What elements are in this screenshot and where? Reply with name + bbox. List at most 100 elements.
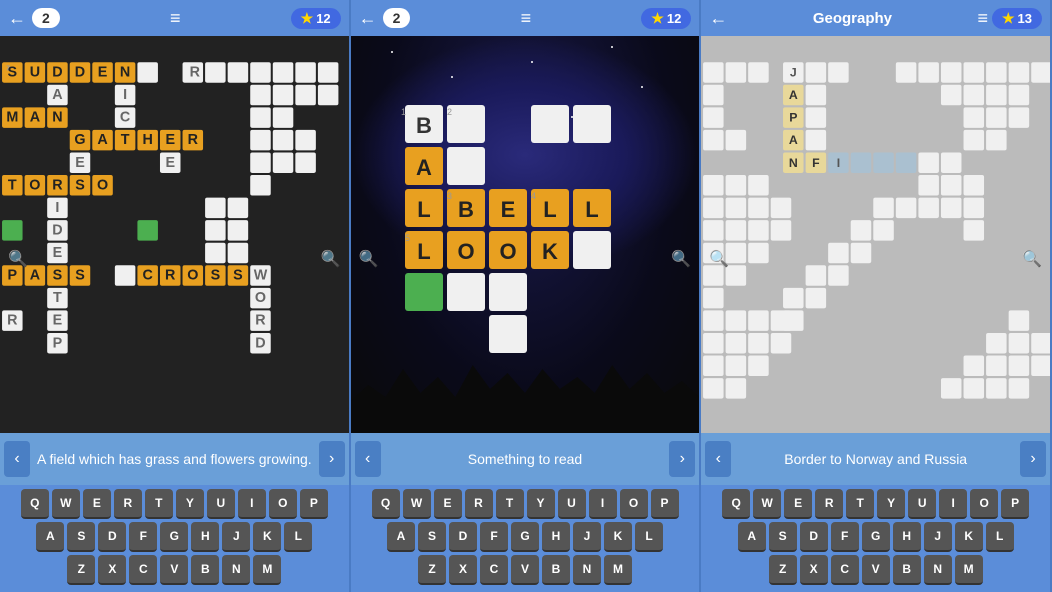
key-X-3[interactable]: X: [800, 555, 828, 585]
key-R-1[interactable]: R: [114, 489, 142, 519]
key-I-1[interactable]: I: [238, 489, 266, 519]
key-V-3[interactable]: V: [862, 555, 890, 585]
key-L-3[interactable]: L: [986, 522, 1014, 552]
svg-text:P: P: [790, 111, 798, 125]
key-D-3[interactable]: D: [800, 522, 828, 552]
key-Q-2[interactable]: Q: [372, 489, 400, 519]
key-G-1[interactable]: G: [160, 522, 188, 552]
key-Q-1[interactable]: Q: [21, 489, 49, 519]
key-G-3[interactable]: G: [862, 522, 890, 552]
key-T-3[interactable]: T: [846, 489, 874, 519]
back-button-2[interactable]: ←: [359, 8, 377, 29]
key-M-1[interactable]: M: [253, 555, 281, 585]
key-N-2[interactable]: N: [573, 555, 601, 585]
key-F-2[interactable]: F: [480, 522, 508, 552]
key-J-2[interactable]: J: [573, 522, 601, 552]
key-M-2[interactable]: M: [604, 555, 632, 585]
key-E-2[interactable]: E: [434, 489, 462, 519]
key-R-3[interactable]: R: [815, 489, 843, 519]
key-R-2[interactable]: R: [465, 489, 493, 519]
next-clue-btn-1[interactable]: ›: [319, 441, 345, 477]
key-L-2[interactable]: L: [635, 522, 663, 552]
menu-icon-1[interactable]: ≡: [170, 8, 181, 29]
key-W-2[interactable]: W: [403, 489, 431, 519]
key-G-2[interactable]: G: [511, 522, 539, 552]
key-E-3[interactable]: E: [784, 489, 812, 519]
key-J-3[interactable]: J: [924, 522, 952, 552]
key-Y-2[interactable]: Y: [527, 489, 555, 519]
key-H-3[interactable]: H: [893, 522, 921, 552]
key-K-1[interactable]: K: [253, 522, 281, 552]
key-Z-1[interactable]: Z: [67, 555, 95, 585]
key-E-1[interactable]: E: [83, 489, 111, 519]
key-W-1[interactable]: W: [52, 489, 80, 519]
key-A-1[interactable]: A: [36, 522, 64, 552]
key-S-3[interactable]: S: [769, 522, 797, 552]
key-N-1[interactable]: N: [222, 555, 250, 585]
key-C-1[interactable]: C: [129, 555, 157, 585]
key-X-1[interactable]: X: [98, 555, 126, 585]
key-F-3[interactable]: F: [831, 522, 859, 552]
zoom-icon-left-1[interactable]: 🔍: [8, 249, 28, 269]
key-U-2[interactable]: U: [558, 489, 586, 519]
key-D-1[interactable]: D: [98, 522, 126, 552]
key-S-1[interactable]: S: [67, 522, 95, 552]
key-P-3[interactable]: P: [1001, 489, 1029, 519]
key-V-1[interactable]: V: [160, 555, 188, 585]
next-clue-btn-2[interactable]: ›: [669, 441, 695, 477]
zoom-icon-3[interactable]: 🔍: [1022, 249, 1042, 269]
key-K-3[interactable]: K: [955, 522, 983, 552]
svg-text:N: N: [52, 110, 62, 126]
key-C-3[interactable]: C: [831, 555, 859, 585]
zoom-icon-1[interactable]: 🔍: [321, 249, 341, 269]
menu-icon-2[interactable]: ≡: [521, 8, 532, 29]
key-P-2[interactable]: P: [651, 489, 679, 519]
key-U-3[interactable]: U: [908, 489, 936, 519]
zoom-icon-left-2[interactable]: 🔍: [359, 249, 379, 269]
key-F-1[interactable]: F: [129, 522, 157, 552]
key-L-1[interactable]: L: [284, 522, 312, 552]
key-B-1[interactable]: B: [191, 555, 219, 585]
key-A-3[interactable]: A: [738, 522, 766, 552]
back-button-3[interactable]: ←: [709, 8, 727, 29]
key-I-2[interactable]: I: [589, 489, 617, 519]
key-O-3[interactable]: O: [970, 489, 998, 519]
key-M-3[interactable]: M: [955, 555, 983, 585]
key-K-2[interactable]: K: [604, 522, 632, 552]
key-Y-1[interactable]: Y: [176, 489, 204, 519]
key-O-2[interactable]: O: [620, 489, 648, 519]
zoom-icon-left-3[interactable]: 🔍: [709, 249, 729, 269]
key-I-3[interactable]: I: [939, 489, 967, 519]
key-B-2[interactable]: B: [542, 555, 570, 585]
key-C-2[interactable]: C: [480, 555, 508, 585]
key-J-1[interactable]: J: [222, 522, 250, 552]
menu-icon-3[interactable]: ≡: [977, 8, 988, 29]
key-V-2[interactable]: V: [511, 555, 539, 585]
prev-clue-btn-2[interactable]: ‹: [355, 441, 381, 477]
key-X-2[interactable]: X: [449, 555, 477, 585]
key-U-1[interactable]: U: [207, 489, 235, 519]
svg-text:W: W: [254, 268, 268, 284]
key-H-1[interactable]: H: [191, 522, 219, 552]
back-button-1[interactable]: ←: [8, 8, 26, 29]
svg-text:S: S: [75, 268, 85, 284]
key-D-2[interactable]: D: [449, 522, 477, 552]
next-clue-btn-3[interactable]: ›: [1020, 441, 1046, 477]
key-B-3[interactable]: B: [893, 555, 921, 585]
key-O-1[interactable]: O: [269, 489, 297, 519]
prev-clue-btn-1[interactable]: ‹: [4, 441, 30, 477]
key-T-1[interactable]: T: [145, 489, 173, 519]
key-N-3[interactable]: N: [924, 555, 952, 585]
key-A-2[interactable]: A: [387, 522, 415, 552]
key-H-2[interactable]: H: [542, 522, 570, 552]
key-T-2[interactable]: T: [496, 489, 524, 519]
key-Z-2[interactable]: Z: [418, 555, 446, 585]
prev-clue-btn-3[interactable]: ‹: [705, 441, 731, 477]
key-Z-3[interactable]: Z: [769, 555, 797, 585]
key-Y-3[interactable]: Y: [877, 489, 905, 519]
key-P-1[interactable]: P: [300, 489, 328, 519]
key-W-3[interactable]: W: [753, 489, 781, 519]
key-S-2[interactable]: S: [418, 522, 446, 552]
key-Q-3[interactable]: Q: [722, 489, 750, 519]
zoom-icon-2[interactable]: 🔍: [671, 249, 691, 269]
